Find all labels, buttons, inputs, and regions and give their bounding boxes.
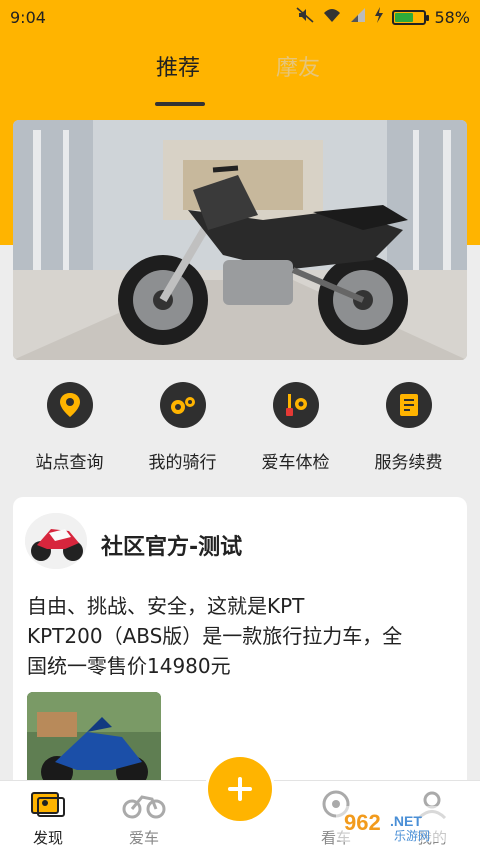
motorcycle-icon <box>122 789 166 823</box>
post-text-line: 国统一零售价14980元 <box>27 654 231 678</box>
svg-text:乐游网: 乐游网 <box>394 829 430 843</box>
charging-icon <box>374 7 384 27</box>
quick-action-label: 站点查询 <box>35 453 104 473</box>
battery-icon <box>392 9 430 25</box>
wifi-icon <box>322 7 342 27</box>
quick-actions: 站点查询 我的骑行 爱车体检 服务续费 <box>0 382 480 477</box>
active-tab-indicator <box>155 102 205 106</box>
quick-action-vehicle-check[interactable]: 爱车体检 <box>239 382 352 477</box>
post-image[interactable] <box>27 692 161 792</box>
post-text-line: KPT200（ABS版）是一款旅行拉力车，全 <box>27 624 403 648</box>
mute-icon <box>296 7 314 27</box>
signal-icon <box>350 7 366 27</box>
watermark-logo: 962 .NET 乐游网 <box>334 800 474 848</box>
post-author[interactable]: 社区官方-测试 <box>101 529 242 561</box>
nav-my-car[interactable]: 爱车 <box>104 789 184 848</box>
status-time: 9:04 <box>10 7 46 27</box>
svg-text:.NET: .NET <box>390 813 422 829</box>
banner-motorcycle-image <box>13 120 467 360</box>
location-pin-icon <box>46 382 93 428</box>
post-card[interactable]: 社区官方-测试 自由、挑战、安全，这就是KPT KPT200（ABS版）是一款旅… <box>13 497 467 797</box>
avatar[interactable] <box>25 513 87 569</box>
quick-action-my-rides[interactable]: 我的骑行 <box>126 382 239 477</box>
top-tabs: 推荐 摩友 <box>0 50 480 108</box>
quick-action-label: 爱车体检 <box>261 453 330 473</box>
nav-label: 爱车 <box>128 829 159 847</box>
banner-carousel[interactable] <box>13 120 467 360</box>
quick-action-label: 服务续费 <box>374 453 443 473</box>
tab-recommend[interactable]: 推荐 <box>156 50 200 82</box>
battery-level <box>395 12 413 22</box>
gears-icon <box>159 382 206 428</box>
tools-icon <box>272 382 319 428</box>
quick-action-label: 我的骑行 <box>148 453 217 473</box>
document-icon <box>385 382 432 428</box>
quick-action-station-search[interactable]: 站点查询 <box>13 382 126 477</box>
plus-icon <box>208 757 272 821</box>
post-text: 自由、挑战、安全，这就是KPT KPT200（ABS版）是一款旅行拉力车，全 国… <box>27 591 457 681</box>
status-bar: 9:04 58% <box>0 0 480 34</box>
svg-text:962: 962 <box>344 810 381 835</box>
nav-label: 发现 <box>32 829 63 847</box>
tab-moto-friends[interactable]: 摩友 <box>276 50 320 82</box>
status-icons: 58% <box>296 7 470 27</box>
add-post-button[interactable] <box>205 754 275 824</box>
battery-percent: 58% <box>434 7 470 27</box>
discover-icon <box>30 789 66 823</box>
nav-discover[interactable]: 发现 <box>8 789 88 848</box>
quick-action-service-renewal[interactable]: 服务续费 <box>352 382 465 477</box>
post-text-line: 自由、挑战、安全，这就是KPT <box>27 594 305 618</box>
